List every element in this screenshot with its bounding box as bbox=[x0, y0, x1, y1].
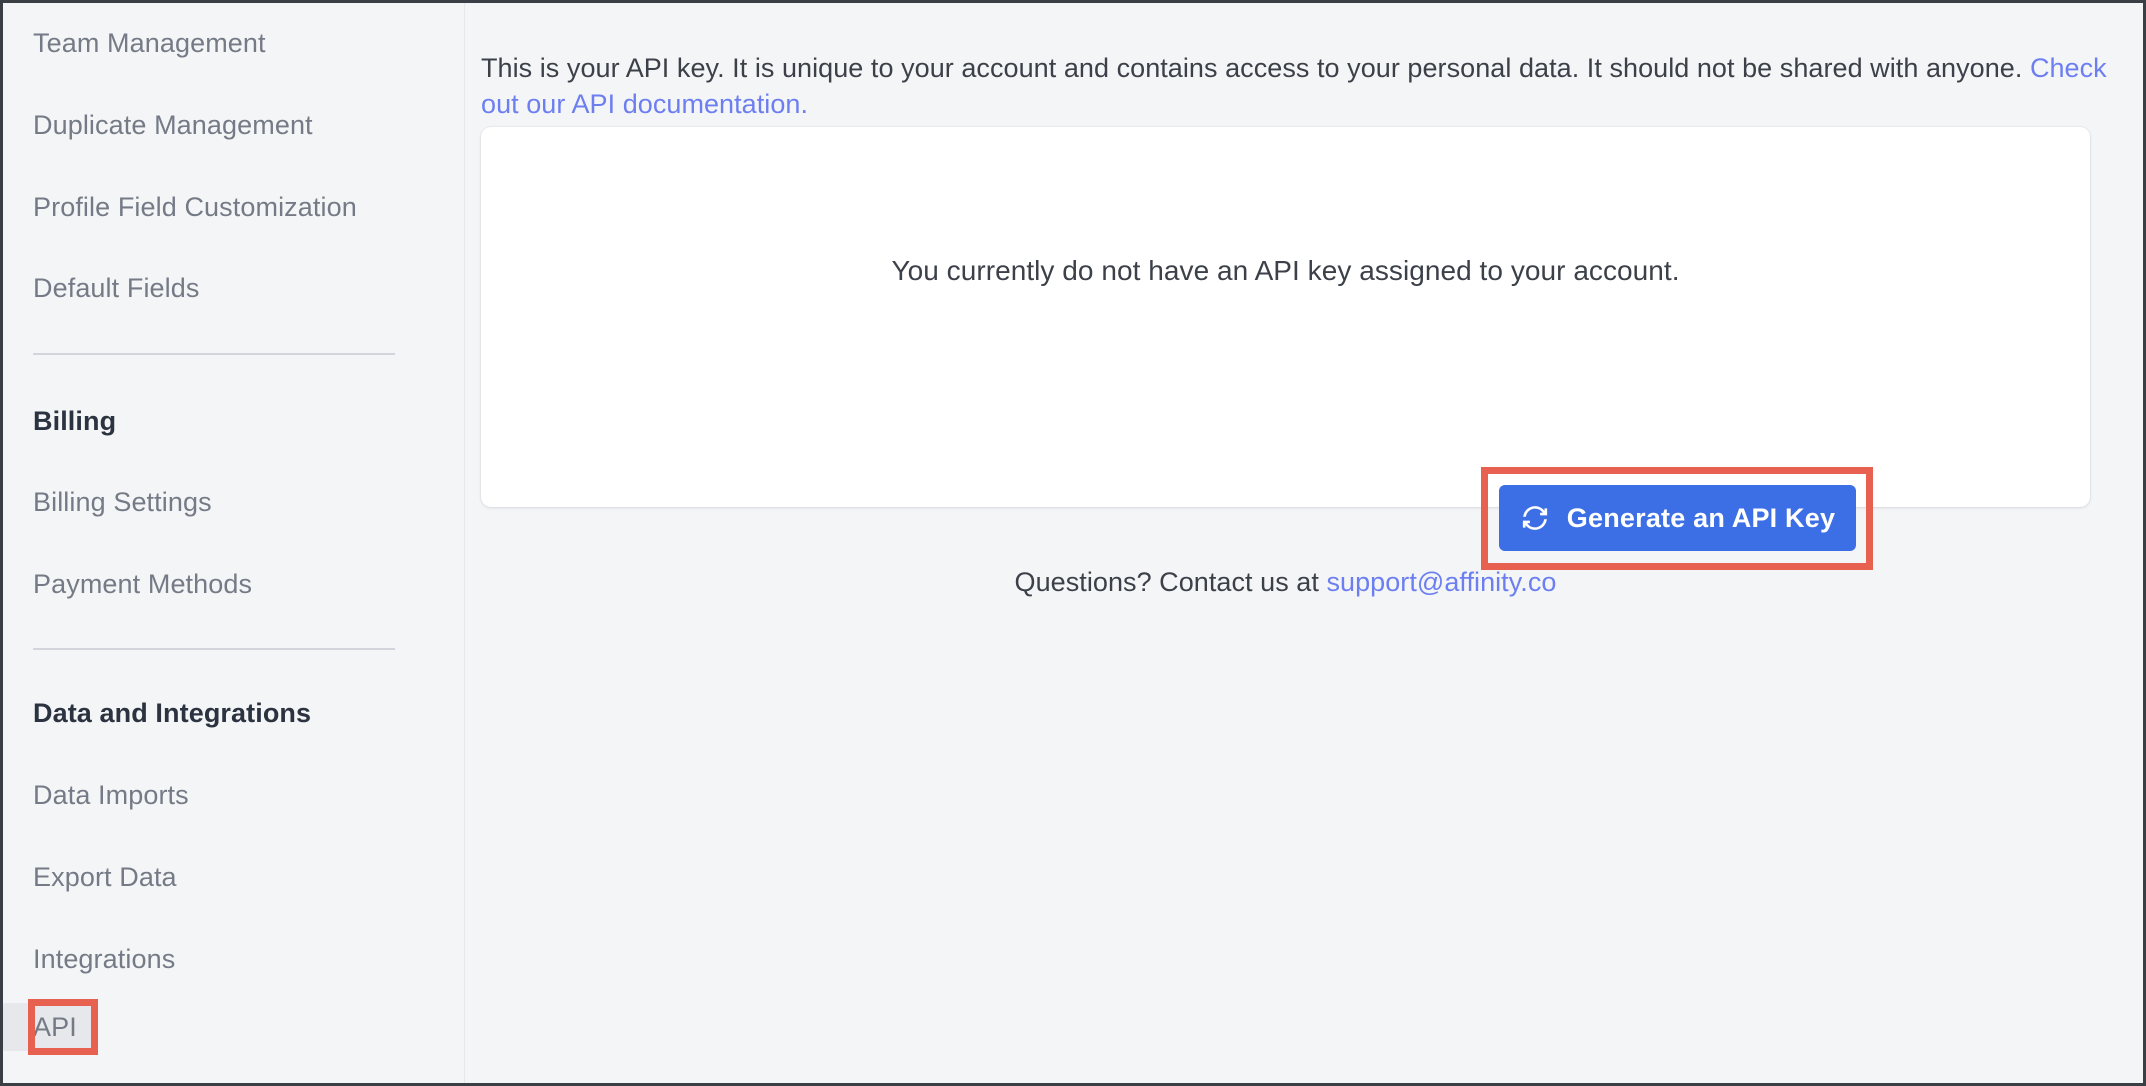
settings-sidebar: Team Management Duplicate Management Profi… bbox=[3, 3, 465, 1083]
sidebar-item-payment-methods[interactable]: Payment Methods bbox=[3, 560, 464, 608]
sidebar-item-export-data[interactable]: Export Data bbox=[3, 853, 464, 901]
api-key-description: This is your API key. It is unique to yo… bbox=[481, 50, 2143, 122]
settings-page: Team Management Duplicate Management Profi… bbox=[0, 0, 2146, 1086]
sidebar-item-profile-field-customization[interactable]: Profile Field Customization bbox=[3, 183, 464, 231]
sidebar-item-data-and-integrations: Data and Integrations bbox=[33, 698, 312, 728]
no-api-key-message: You currently do not have an API key ass… bbox=[891, 255, 1680, 286]
sidebar-item-billing: Billing bbox=[33, 406, 117, 436]
api-settings-content: This is your API key. It is unique to yo… bbox=[466, 3, 2143, 1083]
sidebar-item-duplicate-management[interactable]: Duplicate Management bbox=[3, 101, 464, 149]
sidebar-item-team-management[interactable]: Team Management bbox=[3, 19, 464, 67]
annotation-highlight-api-item bbox=[28, 999, 98, 1055]
support-contact-text: Questions? Contact us at bbox=[1014, 567, 1327, 597]
sidebar-item-integrations[interactable]: Integrations bbox=[3, 935, 464, 983]
sidebar-divider-2 bbox=[33, 648, 395, 650]
sidebar-item-data-imports[interactable]: Data Imports bbox=[3, 771, 464, 819]
support-email-link[interactable]: support@affinity.co bbox=[1326, 567, 1556, 597]
api-key-card: You currently do not have an API key ass… bbox=[481, 127, 2090, 570]
api-key-description-text: This is your API key. It is unique to yo… bbox=[481, 53, 2030, 83]
support-contact-line: Questions? Contact us at support@affinit… bbox=[466, 565, 2105, 599]
sidebar-item-billing-settings[interactable]: Billing Settings bbox=[3, 478, 464, 526]
sidebar-item-default-fields[interactable]: Default Fields bbox=[3, 264, 464, 312]
annotation-highlight-generate-button bbox=[1481, 467, 1873, 570]
sidebar-divider-1 bbox=[33, 353, 395, 355]
